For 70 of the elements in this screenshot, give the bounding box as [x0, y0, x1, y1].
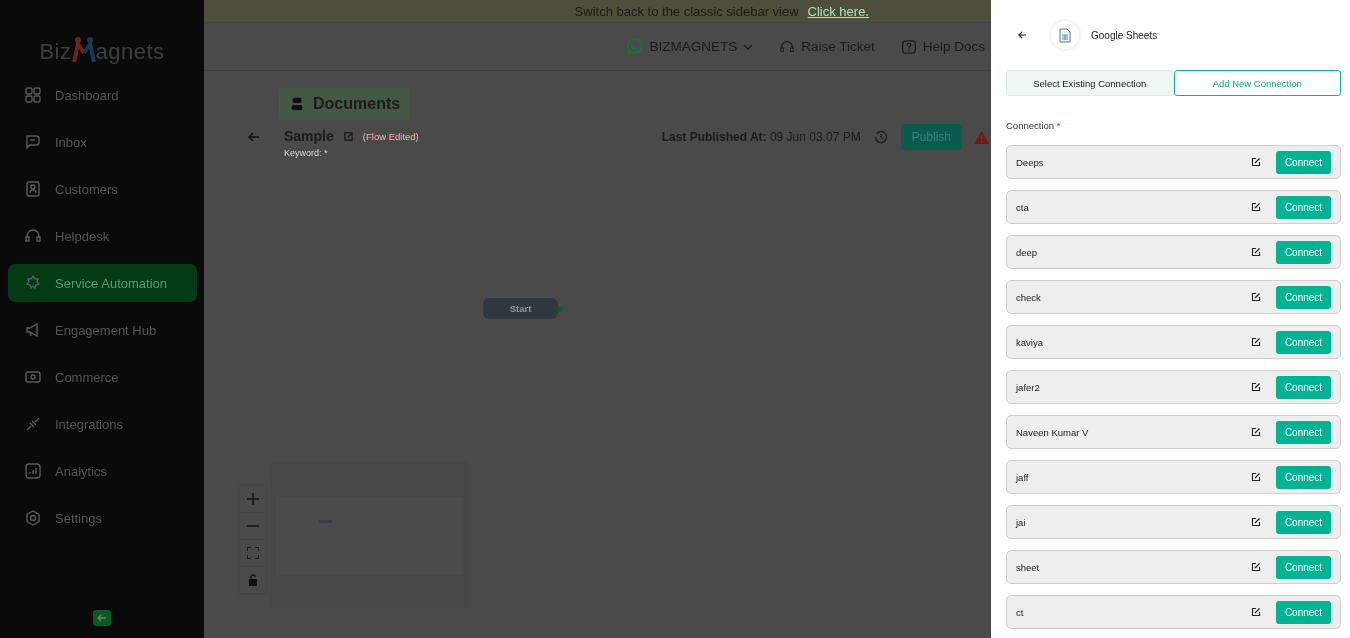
- sidebar-item[interactable]: Engagement Hub: [8, 311, 197, 349]
- connect-button[interactable]: Connect: [1276, 285, 1331, 309]
- sidebar-item[interactable]: Settings: [8, 499, 197, 537]
- start-node[interactable]: Start: [483, 298, 558, 319]
- connection-tab[interactable]: Select Existing Connection: [1006, 70, 1174, 96]
- collapse-icon[interactable]: [93, 610, 111, 626]
- connect-button[interactable]: Connect: [1276, 600, 1331, 624]
- nav-icon: [24, 227, 42, 245]
- edit-icon[interactable]: [1251, 607, 1261, 617]
- edit-icon[interactable]: [1251, 157, 1261, 167]
- help-icon: [900, 38, 917, 55]
- nav-icon: [24, 133, 42, 151]
- node-handle[interactable]: [557, 306, 563, 312]
- connect-button[interactable]: Connect: [1276, 150, 1331, 174]
- connect-button[interactable]: Connect: [1276, 240, 1331, 264]
- connection-name: jaff: [1016, 471, 1030, 483]
- connection-name: Deeps: [1016, 156, 1045, 168]
- connect-button[interactable]: Connect: [1276, 330, 1331, 354]
- edit-icon[interactable]: [1251, 517, 1261, 527]
- sidebar-item[interactable]: Customers: [8, 170, 197, 208]
- whatsapp-icon: [625, 37, 644, 56]
- sidebar-item[interactable]: Dashboard: [8, 76, 197, 114]
- connect-button[interactable]: Connect: [1276, 375, 1331, 399]
- drawer-title: Google Sheets: [1091, 29, 1158, 41]
- edit-icon[interactable]: [1251, 247, 1261, 257]
- classic-view-link[interactable]: Click here.: [807, 3, 869, 19]
- connection-name: jafer2: [1016, 381, 1041, 393]
- sidebar-item[interactable]: Commerce: [8, 358, 197, 396]
- connection-name: deep: [1016, 246, 1039, 258]
- nav-icon: [24, 180, 42, 198]
- nav-icon: [24, 368, 42, 386]
- connection-tab[interactable]: Add New Connection: [1173, 70, 1341, 96]
- edit-icon[interactable]: [1251, 427, 1261, 437]
- sidebar-item[interactable]: Inbox: [8, 123, 197, 161]
- connection-name: sheet: [1016, 561, 1041, 573]
- edit-icon[interactable]: [1251, 337, 1261, 347]
- nav-icon: [24, 274, 42, 292]
- headset-icon: [779, 38, 796, 55]
- chevron-down-icon: [743, 43, 754, 50]
- nav-icon: [24, 86, 42, 104]
- connect-button[interactable]: Connect: [1276, 555, 1331, 579]
- connection-name: Naveen Kumar V: [1016, 426, 1090, 438]
- edit-icon[interactable]: [1251, 382, 1261, 392]
- required-mark: *: [1056, 120, 1061, 131]
- connect-button[interactable]: Connect: [1276, 195, 1331, 219]
- keyword-label: Keyword: *: [284, 148, 329, 158]
- sidebar-item[interactable]: Service Automation: [8, 264, 197, 302]
- edit-icon[interactable]: [1251, 562, 1261, 572]
- edit-icon[interactable]: [1251, 202, 1261, 212]
- connect-button[interactable]: Connect: [1276, 420, 1331, 444]
- folder-chip: Documents: [279, 88, 411, 120]
- nav-icon: [24, 462, 42, 480]
- connection-name: check: [1016, 291, 1042, 303]
- connect-button[interactable]: Connect: [1276, 465, 1331, 489]
- edit-icon[interactable]: [1251, 472, 1261, 482]
- flow-status: (Flow Edited): [362, 130, 419, 142]
- back-arrow-icon[interactable]: [1018, 31, 1027, 39]
- connection-name: ct: [1016, 606, 1025, 618]
- logo-icon: [71, 36, 96, 64]
- sidebar-item[interactable]: Analytics: [8, 452, 197, 490]
- connection-label: Connection: [1006, 120, 1055, 131]
- nav-icon: [24, 509, 42, 527]
- connection-name: cta: [1016, 201, 1030, 213]
- sidebar-item[interactable]: Integrations: [8, 405, 197, 443]
- connection-name: kaviya: [1016, 336, 1044, 348]
- edit-icon[interactable]: [1251, 292, 1261, 302]
- nav-icon: [24, 415, 42, 433]
- connection-name: jai: [1016, 516, 1027, 528]
- connect-button[interactable]: Connect: [1276, 510, 1331, 534]
- sidebar-item[interactable]: Helpdesk: [8, 217, 197, 255]
